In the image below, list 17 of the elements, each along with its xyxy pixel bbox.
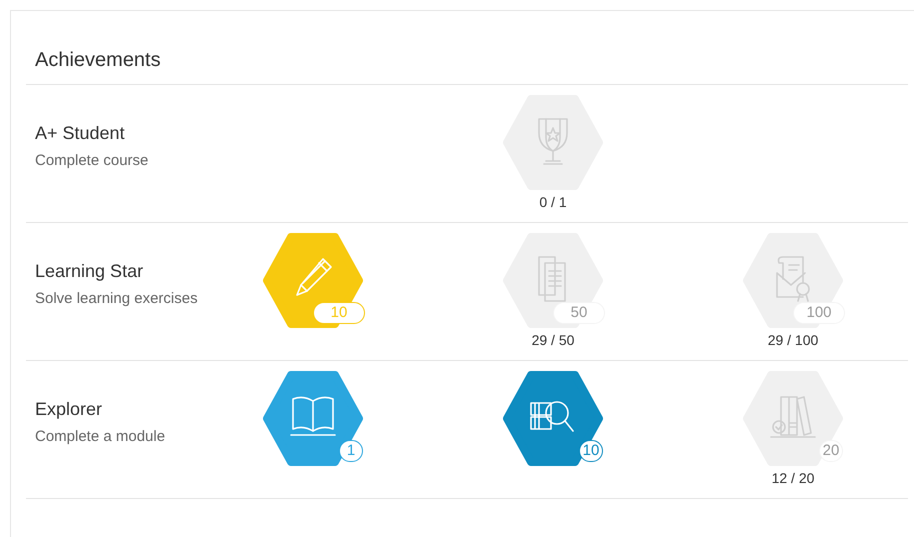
threshold-count: 50 xyxy=(553,302,605,324)
threshold-count: 10 xyxy=(313,302,365,324)
progress-text: 12 / 20 xyxy=(772,470,814,486)
threshold-count: 20 xyxy=(819,440,843,462)
achievement-description: Complete course xyxy=(35,152,148,168)
progress-text: 29 / 50 xyxy=(532,332,574,348)
threshold-count: 1 xyxy=(339,440,363,462)
threshold-count: 100 xyxy=(793,302,845,324)
achievement-name: A+ Student xyxy=(35,122,125,144)
achievement-description: Complete a module xyxy=(35,428,166,444)
achievement-name: Explorer xyxy=(35,398,102,420)
progress-text: 29 / 100 xyxy=(768,332,818,348)
panel-title: Achievements xyxy=(35,49,161,72)
achievement-description: Solve learning exercises xyxy=(35,290,198,306)
threshold-count: 10 xyxy=(579,440,603,462)
progress-text: 0 / 1 xyxy=(539,194,567,210)
achievement-name: Learning Star xyxy=(35,260,144,282)
